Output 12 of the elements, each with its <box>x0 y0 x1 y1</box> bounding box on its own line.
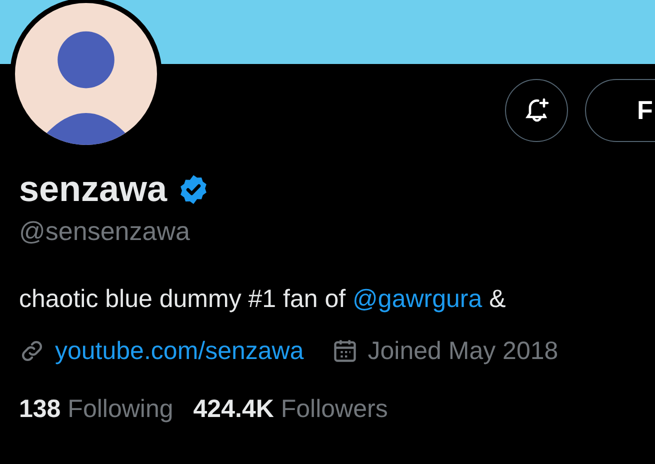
stat-link[interactable]: 424.4K Followers <box>193 393 388 425</box>
mention-link[interactable]: @gawrgura <box>352 285 482 313</box>
stat-link[interactable]: 138 Following <box>19 393 174 425</box>
display-name: senzawa <box>19 167 168 211</box>
follow-button[interactable]: F <box>585 78 655 142</box>
link-icon <box>19 338 45 364</box>
join-date: Joined May 2018 <box>368 336 558 367</box>
website-link[interactable]: youtube.com/senzawa <box>55 335 304 367</box>
bio-text: chaotic blue dummy #1 fan of @gawrgura & <box>19 284 507 315</box>
username: @sensenzawa <box>19 215 191 247</box>
calendar-icon <box>332 338 358 364</box>
notification-button[interactable] <box>505 78 568 142</box>
